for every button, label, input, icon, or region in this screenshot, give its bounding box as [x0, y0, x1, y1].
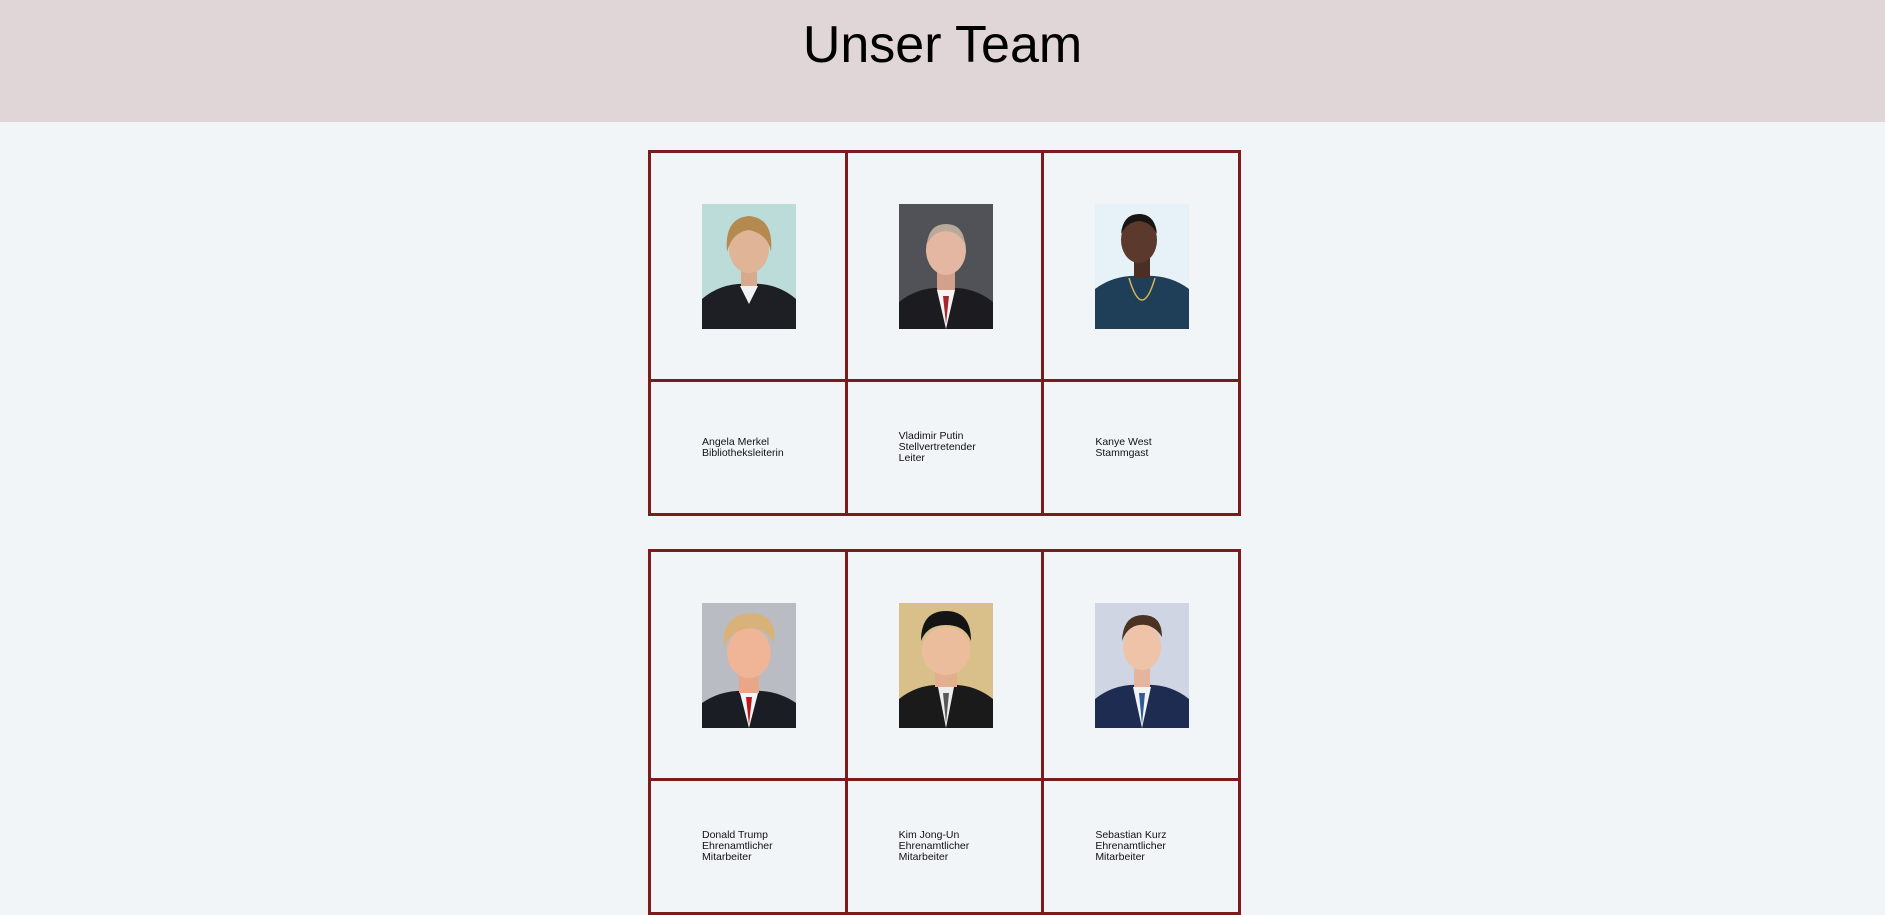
photo-cell [1041, 549, 1241, 781]
member-caption: Vladimir Putin Stellvertretender Leiter [848, 431, 1042, 464]
member-caption: Donald Trump Ehrenamtlicher Mitarbeiter [651, 830, 845, 863]
member-name: Kanye West [1095, 435, 1152, 448]
caption-cell: Sebastian Kurz Ehrenamtlicher Mitarbeite… [1041, 778, 1241, 915]
caption-cell: Kanye West Stammgast [1041, 379, 1241, 516]
photo-cell [648, 150, 848, 382]
caption-cell: Kim Jong-Un Ehrenamtlicher Mitarbeiter [844, 778, 1045, 915]
member-role: Stellvertretender Leiter [898, 441, 976, 464]
photo-row [648, 549, 1241, 781]
member-role: Ehrenamtlicher Mitarbeiter [898, 840, 970, 863]
team-table: Angela Merkel Bibliotheksleiterin Vladim… [648, 150, 1241, 516]
photo-cell [844, 150, 1045, 382]
member-caption: Sebastian Kurz Ehrenamtlicher Mitarbeite… [1044, 830, 1238, 863]
page-header: Unser Team [0, 0, 1885, 122]
member-caption: Kanye West Stammgast [1044, 435, 1238, 459]
team-table: Donald Trump Ehrenamtlicher Mitarbeiter … [648, 549, 1241, 915]
caption-row: Donald Trump Ehrenamtlicher Mitarbeiter … [648, 778, 1241, 915]
member-role: Stammgast [1095, 446, 1149, 459]
portrait-photo-kurz [1095, 602, 1190, 728]
page-title: Unser Team [802, 16, 1083, 74]
member-role: Ehrenamtlicher Mitarbeiter [702, 840, 773, 863]
photo-cell [844, 549, 1045, 781]
portrait-photo-putin [898, 203, 993, 329]
member-caption: Kim Jong-Un Ehrenamtlicher Mitarbeiter [848, 830, 1042, 863]
caption-cell: Donald Trump Ehrenamtlicher Mitarbeiter [648, 778, 848, 915]
portrait-photo-merkel [702, 203, 796, 329]
member-role: Ehrenamtlicher Mitarbeiter [1095, 840, 1166, 863]
portrait-photo-kim [898, 602, 993, 728]
member-caption: Angela Merkel Bibliotheksleiterin [651, 435, 845, 459]
caption-cell: Angela Merkel Bibliotheksleiterin [648, 379, 848, 516]
caption-cell: Vladimir Putin Stellvertretender Leiter [844, 379, 1045, 516]
member-role: Bibliotheksleiterin [702, 446, 784, 459]
portrait-photo-west [1095, 203, 1190, 329]
portrait-photo-trump [702, 602, 796, 728]
photo-row [648, 150, 1241, 382]
member-name: Angela Merkel [702, 435, 770, 448]
photo-cell [648, 549, 848, 781]
photo-cell [1041, 150, 1241, 382]
caption-row: Angela Merkel Bibliotheksleiterin Vladim… [648, 379, 1241, 516]
